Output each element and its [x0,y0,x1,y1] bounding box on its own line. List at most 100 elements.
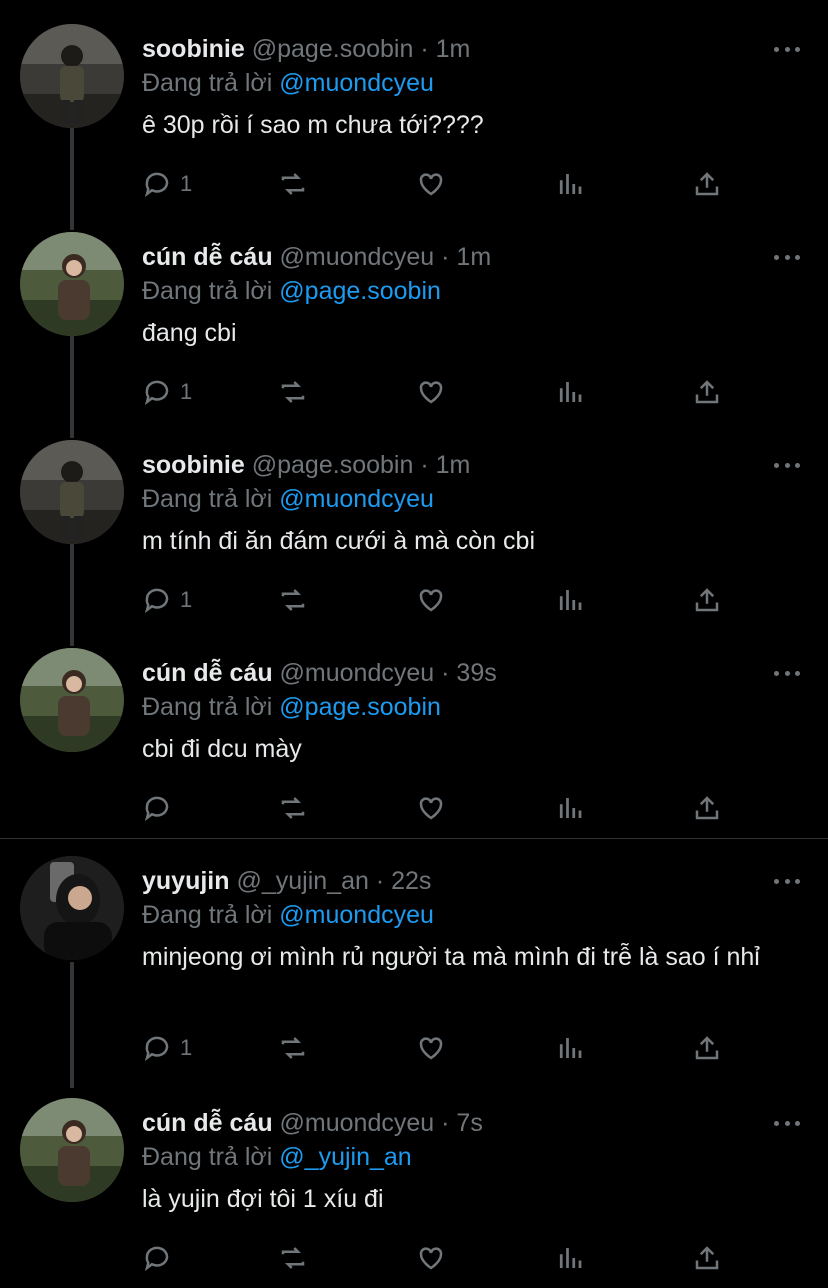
avatar[interactable] [20,1098,124,1202]
display-name[interactable]: soobinie [142,451,245,479]
views-button[interactable] [555,582,585,618]
like-button[interactable] [416,374,446,410]
tweet[interactable]: cún dễ cáu @muondcyeu · 39s Đang trả lời… [0,648,828,828]
views-button[interactable] [555,1030,585,1066]
timestamp[interactable]: 1m [436,451,471,479]
tweet[interactable]: cún dễ cáu @muondcyeu · 1m Đang trả lời … [0,232,828,412]
user-handle[interactable]: @page.soobin [252,451,414,479]
separator-dot: · [441,243,450,271]
more-icon [774,462,779,468]
avatar[interactable] [20,856,124,960]
like-button[interactable] [416,166,446,202]
tweet[interactable]: yuyujin @_yujin_an · 22s Đang trả lời @m… [0,856,828,1076]
tweet[interactable]: cún dễ cáu @muondcyeu · 7s Đang trả lời … [0,1098,828,1278]
timestamp[interactable]: 39s [456,659,496,687]
tweet-text: là yujin đợi tôi 1 xíu đi [142,1185,384,1213]
display-name[interactable]: soobinie [142,35,245,63]
more-icon [774,1120,779,1126]
mention-link[interactable]: @_yujin_an [279,1143,411,1171]
more-options-button[interactable] [774,244,800,270]
timestamp[interactable]: 1m [436,35,471,63]
retweet-button[interactable] [278,582,308,618]
avatar[interactable] [20,648,124,752]
timestamp[interactable]: 22s [391,867,431,895]
timestamp[interactable]: 1m [456,243,491,271]
tweet-actions [142,790,742,826]
mention-link[interactable]: @page.soobin [279,693,441,721]
reply-button[interactable] [142,1240,180,1276]
tweet-text: m tính đi ăn đám cưới à mà còn cbi [142,527,536,555]
more-options-button[interactable] [774,1110,800,1136]
reply-icon [144,1246,169,1272]
reply-icon [144,380,169,406]
reply-button[interactable]: 1 [142,1030,192,1066]
retweet-button[interactable] [278,790,308,826]
display-name[interactable]: cún dễ cáu [142,1109,273,1137]
share-button[interactable] [692,1240,722,1276]
replying-label: Đang trả lời [142,485,273,513]
user-handle[interactable]: @muondcyeu [280,1109,435,1137]
avatar[interactable] [20,232,124,336]
mention-link[interactable]: @muondcyeu [279,69,434,97]
retweet-button[interactable] [278,1240,308,1276]
replying-to: Đang trả lời @muondcyeu [142,898,434,932]
user-handle[interactable]: @_yujin_an [236,867,368,895]
reply-button[interactable] [142,790,180,826]
more-options-button[interactable] [774,36,800,62]
mention-link[interactable]: @muondcyeu [279,901,434,929]
separator-dot: · [420,35,429,63]
tweet-text: cbi đi dcu mày [142,735,302,763]
user-handle[interactable]: @muondcyeu [280,659,435,687]
reply-button[interactable]: 1 [142,374,192,410]
user-handle[interactable]: @page.soobin [252,35,414,63]
views-button[interactable] [555,166,585,202]
display-name[interactable]: cún dễ cáu [142,243,273,271]
replying-label: Đang trả lời [142,277,273,305]
avatar[interactable] [20,24,124,128]
avatar[interactable] [20,440,124,544]
analytics-icon [559,798,582,818]
more-options-button[interactable] [774,452,800,478]
views-button[interactable] [555,374,585,410]
heart-icon [419,589,443,612]
tweet-header: cún dễ cáu @muondcyeu · 39s [142,656,497,690]
share-button[interactable] [692,1030,722,1066]
heart-icon [419,381,443,404]
more-options-button[interactable] [774,868,800,894]
like-button[interactable] [416,790,446,826]
tweet[interactable]: soobinie @page.soobin · 1m Đang trả lời … [0,24,828,204]
retweet-button[interactable] [278,166,308,202]
reply-icon [144,1036,169,1062]
views-button[interactable] [555,1240,585,1276]
share-button[interactable] [692,166,722,202]
tweet[interactable]: soobinie @page.soobin · 1m Đang trả lời … [0,440,828,620]
display-name[interactable]: cún dễ cáu [142,659,273,687]
share-button[interactable] [692,374,722,410]
heart-icon [419,173,443,196]
share-button[interactable] [692,582,722,618]
share-icon [695,1246,719,1270]
separator-dot: · [375,867,385,895]
reply-icon [144,588,169,614]
views-button[interactable] [555,790,585,826]
mention-link[interactable]: @muondcyeu [279,485,434,513]
like-button[interactable] [416,1240,446,1276]
user-handle[interactable]: @muondcyeu [280,243,435,271]
reply-count: 1 [180,379,193,404]
reply-button[interactable]: 1 [142,582,192,618]
replying-label: Đang trả lời [142,693,273,721]
share-button[interactable] [692,790,722,826]
display-name[interactable]: yuyujin [142,867,230,895]
tweet-header: yuyujin @_yujin_an · 22s [142,864,431,898]
timestamp[interactable]: 7s [456,1109,482,1137]
retweet-button[interactable] [278,374,308,410]
more-options-button[interactable] [774,660,800,686]
retweet-button[interactable] [278,1030,308,1066]
like-button[interactable] [416,1030,446,1066]
heart-icon [419,797,443,820]
like-button[interactable] [416,582,446,618]
mention-link[interactable]: @page.soobin [279,277,441,305]
reply-button[interactable]: 1 [142,166,192,202]
tweet-actions: 1 [142,1030,742,1066]
share-icon [695,1036,719,1060]
